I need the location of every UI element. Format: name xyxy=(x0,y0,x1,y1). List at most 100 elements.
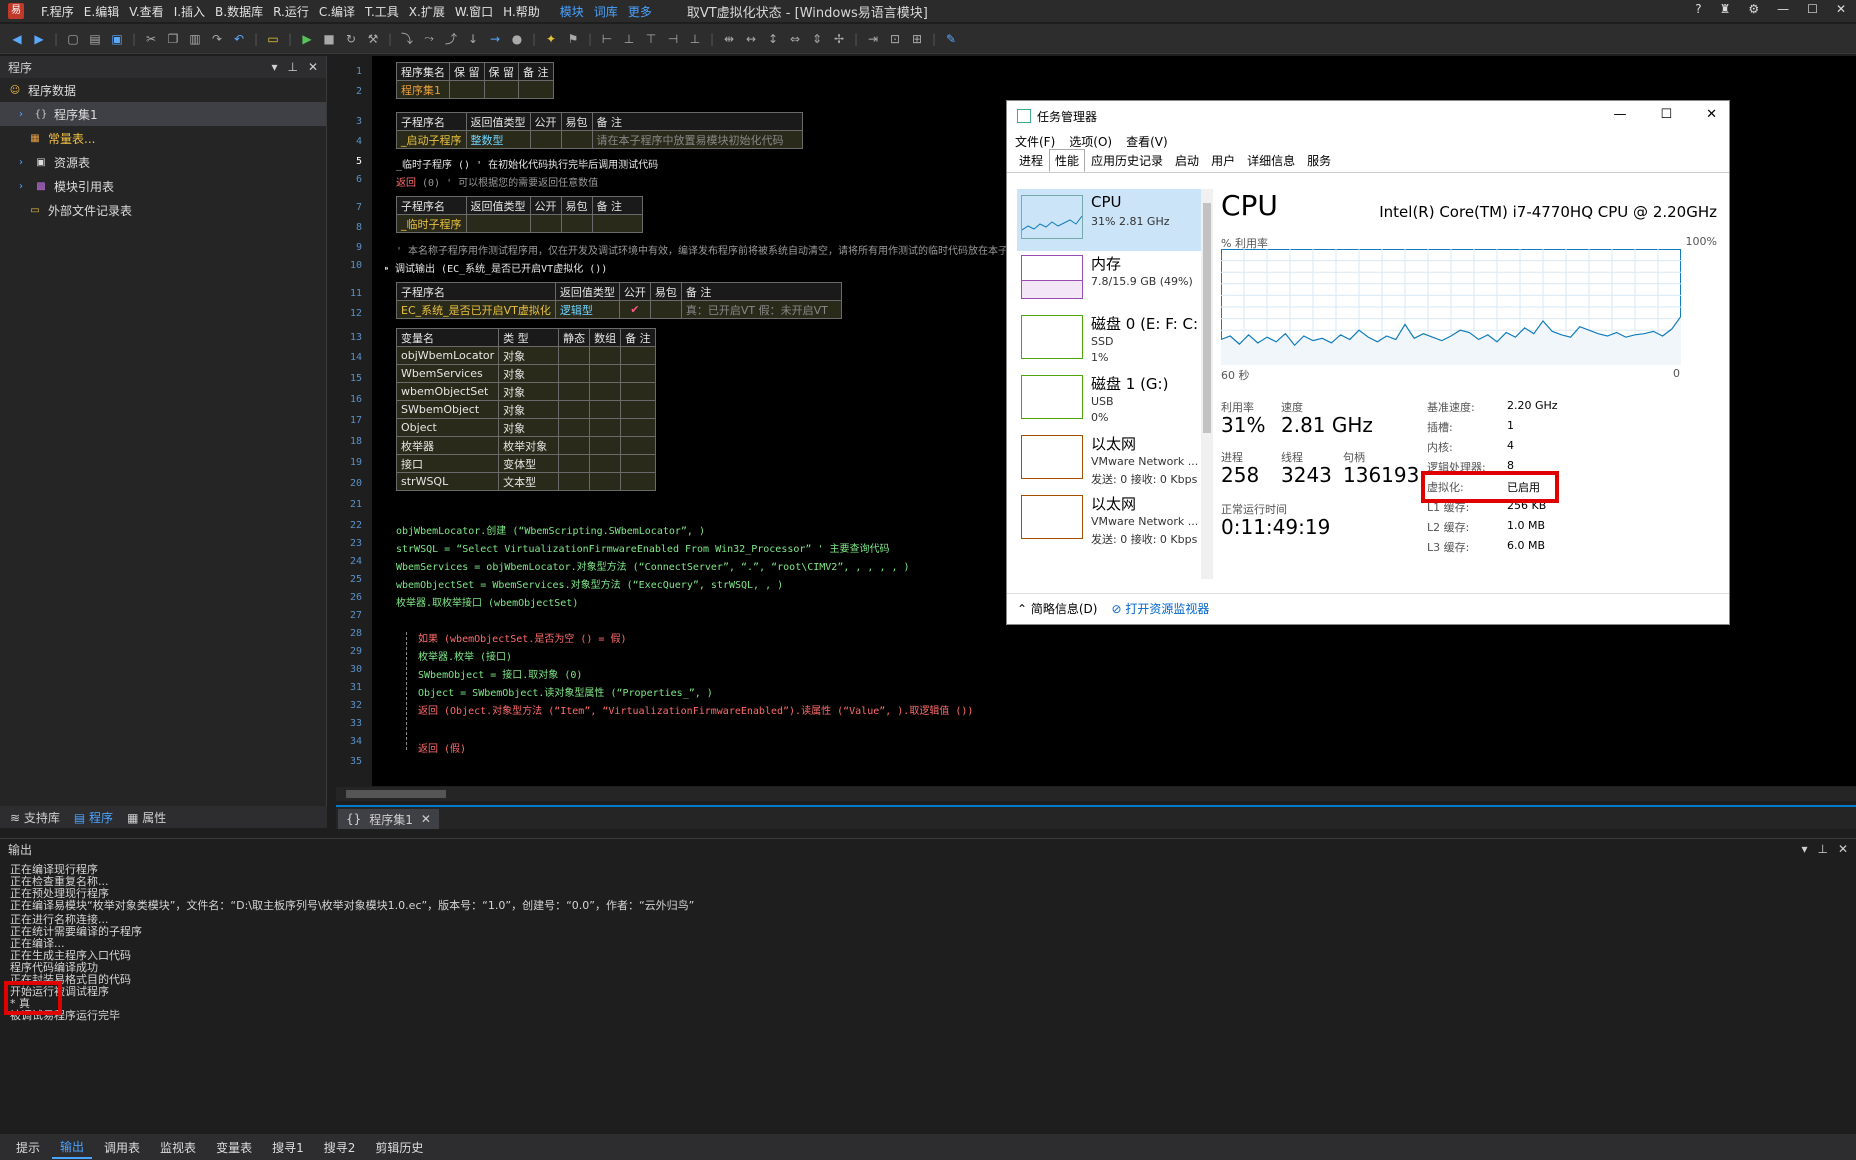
table-cell[interactable] xyxy=(558,472,591,491)
var-name[interactable]: 枚举器 xyxy=(395,436,500,455)
table-cell[interactable]: EC_系统_是否已开启VT虚拟化 xyxy=(396,300,556,319)
table-cell[interactable] xyxy=(620,400,656,419)
table-cell[interactable] xyxy=(558,346,591,365)
menu-window[interactable]: W.窗口 xyxy=(450,3,498,20)
table-cell[interactable] xyxy=(620,418,656,437)
pen-icon[interactable]: ✎ xyxy=(942,30,960,48)
table-cell[interactable] xyxy=(529,130,562,149)
forward-icon[interactable]: ▶ xyxy=(30,30,48,48)
menu-database[interactable]: B.数据库 xyxy=(210,3,268,20)
new-file-icon[interactable]: ▢ xyxy=(64,30,82,48)
tab-order-icon[interactable]: ⇥ xyxy=(864,30,882,48)
restart-icon[interactable]: ↻ xyxy=(342,30,360,48)
height-icon[interactable]: ↕ xyxy=(764,30,782,48)
align-left-icon[interactable]: ⊢ xyxy=(598,30,616,48)
var-name[interactable]: Object xyxy=(395,418,500,437)
tm-tab-app-history[interactable]: 应用历史记录 xyxy=(1085,149,1169,172)
editor-horizontal-scrollbar[interactable] xyxy=(336,787,1856,801)
minimize-button[interactable]: — xyxy=(1777,2,1789,16)
table-cell[interactable] xyxy=(560,214,593,233)
table-cell[interactable] xyxy=(483,80,519,99)
var-type[interactable]: 文本型 xyxy=(498,472,560,491)
tab-assembly1[interactable]: {} 程序集1 ✕ xyxy=(338,809,439,829)
tm-menu-options[interactable]: 选项(O) xyxy=(1069,133,1112,150)
check-icon[interactable]: ✔ xyxy=(618,300,651,319)
step-out-icon[interactable]: ⤴ xyxy=(442,30,460,48)
code-line-28[interactable]: 如果 (wbemObjectSet.是否为空 () = 假) xyxy=(418,630,626,645)
code-line-25[interactable]: wbemObjectSet = WbemServices.对象型方法 (“Exe… xyxy=(396,576,783,591)
panel-close-icon[interactable]: ✕ xyxy=(1838,842,1848,856)
align-right-icon[interactable]: ⊣ xyxy=(664,30,682,48)
resource-item-cpu[interactable]: CPU 31% 2.81 GHz xyxy=(1017,189,1203,251)
table-cell[interactable] xyxy=(589,472,622,491)
resource-item-ethernet1[interactable]: 以太网 VMware Network ... 发送: 0 接收: 0 Kbps xyxy=(1017,429,1203,491)
align-bottom-icon[interactable]: ⊥ xyxy=(686,30,704,48)
open-resource-monitor-link[interactable]: ⊘ 打开资源监视器 xyxy=(1111,600,1209,617)
save-icon[interactable]: ▣ xyxy=(108,30,126,48)
stop-icon[interactable]: ■ xyxy=(320,30,338,48)
table-cell[interactable] xyxy=(558,418,591,437)
table-cell[interactable] xyxy=(620,454,656,473)
table-cell[interactable] xyxy=(558,400,591,419)
pin-icon[interactable]: ⊥ xyxy=(287,60,297,74)
tab-program[interactable]: ▤ 程序 xyxy=(74,809,113,826)
tm-tab-services[interactable]: 服务 xyxy=(1301,149,1337,172)
tm-maximize-button[interactable]: ☐ xyxy=(1660,107,1672,122)
code-line-10[interactable]: ⁍ 调试输出 (EC_系统_是否已开启VT虚拟化 ()) xyxy=(384,260,607,275)
menu-view[interactable]: V.查看 xyxy=(124,3,168,20)
tm-menu-view[interactable]: 查看(V) xyxy=(1126,133,1168,150)
table-cell[interactable]: _临时子程序 xyxy=(396,214,467,233)
center-icon[interactable]: ✢ xyxy=(830,30,848,48)
folder-icon[interactable]: ▭ xyxy=(264,30,282,48)
code-line-31[interactable]: Object = SWbemObject.读对象型属性 (“Properties… xyxy=(418,684,713,699)
table-cell[interactable] xyxy=(620,364,656,383)
resource-item-disk1[interactable]: 磁盘 1 (G:) USB 0% xyxy=(1017,369,1203,431)
close-button[interactable]: ✕ xyxy=(1836,2,1846,16)
var-name[interactable]: wbemObjectSet xyxy=(395,382,500,401)
table-cell[interactable] xyxy=(558,364,591,383)
grid-icon[interactable]: ⊞ xyxy=(908,30,926,48)
var-type[interactable]: 对象 xyxy=(498,346,560,365)
size-icon[interactable]: ⊡ xyxy=(886,30,904,48)
scrollbar-thumb[interactable] xyxy=(346,790,446,798)
gear-icon[interactable]: ⚙ xyxy=(1748,2,1759,16)
table-cell[interactable] xyxy=(589,436,622,455)
tab-clip-history[interactable]: 剪辑历史 xyxy=(367,1137,431,1158)
distribute-h-icon[interactable]: ⇔ xyxy=(786,30,804,48)
code-line-34[interactable]: 返回 (假) xyxy=(418,740,466,755)
run-to-cursor-icon[interactable]: → xyxy=(486,30,504,48)
tm-tab-processes[interactable]: 进程 xyxy=(1013,149,1049,172)
table-cell[interactable] xyxy=(589,382,622,401)
tree-item-assembly[interactable]: › {} 程序集1 xyxy=(0,102,326,126)
table-cell[interactable] xyxy=(560,130,593,149)
expand-icon[interactable]: › xyxy=(14,107,28,121)
var-name[interactable]: WbemServices xyxy=(395,364,500,383)
link-lexicon[interactable]: 词库 xyxy=(589,3,623,20)
redo-icon[interactable]: ↷ xyxy=(208,30,226,48)
pin-icon[interactable]: ⊥ xyxy=(1817,842,1827,856)
table-cell[interactable] xyxy=(591,214,643,233)
table-cell[interactable]: 程序集1 xyxy=(396,80,450,99)
compile-icon[interactable]: ⚒ xyxy=(364,30,382,48)
tab-call-stack[interactable]: 调用表 xyxy=(96,1137,148,1158)
table-cell[interactable] xyxy=(589,400,622,419)
tm-side-scrollbar[interactable] xyxy=(1201,189,1213,579)
tm-tab-users[interactable]: 用户 xyxy=(1205,149,1241,172)
tm-minimize-button[interactable]: — xyxy=(1613,107,1626,122)
expand-icon[interactable]: › xyxy=(14,179,28,193)
width-icon[interactable]: ↔ xyxy=(742,30,760,48)
table-cell[interactable] xyxy=(620,436,656,455)
var-type[interactable]: 对象 xyxy=(498,400,560,419)
resource-item-memory[interactable]: 内存 7.8/15.9 GB (49%) xyxy=(1017,249,1203,311)
table-cell[interactable] xyxy=(620,382,656,401)
table-cell[interactable] xyxy=(620,472,656,491)
var-type[interactable]: 变体型 xyxy=(498,454,560,473)
tm-tab-details[interactable]: 详细信息 xyxy=(1241,149,1301,172)
table-cell[interactable] xyxy=(589,346,622,365)
tm-tab-startup[interactable]: 启动 xyxy=(1169,149,1205,172)
step-icon[interactable]: ↓ xyxy=(464,30,482,48)
table-cell[interactable]: 整数型 xyxy=(465,130,531,149)
expand-icon[interactable]: › xyxy=(14,155,28,169)
table-cell[interactable] xyxy=(529,214,562,233)
menu-run[interactable]: R.运行 xyxy=(268,3,314,20)
